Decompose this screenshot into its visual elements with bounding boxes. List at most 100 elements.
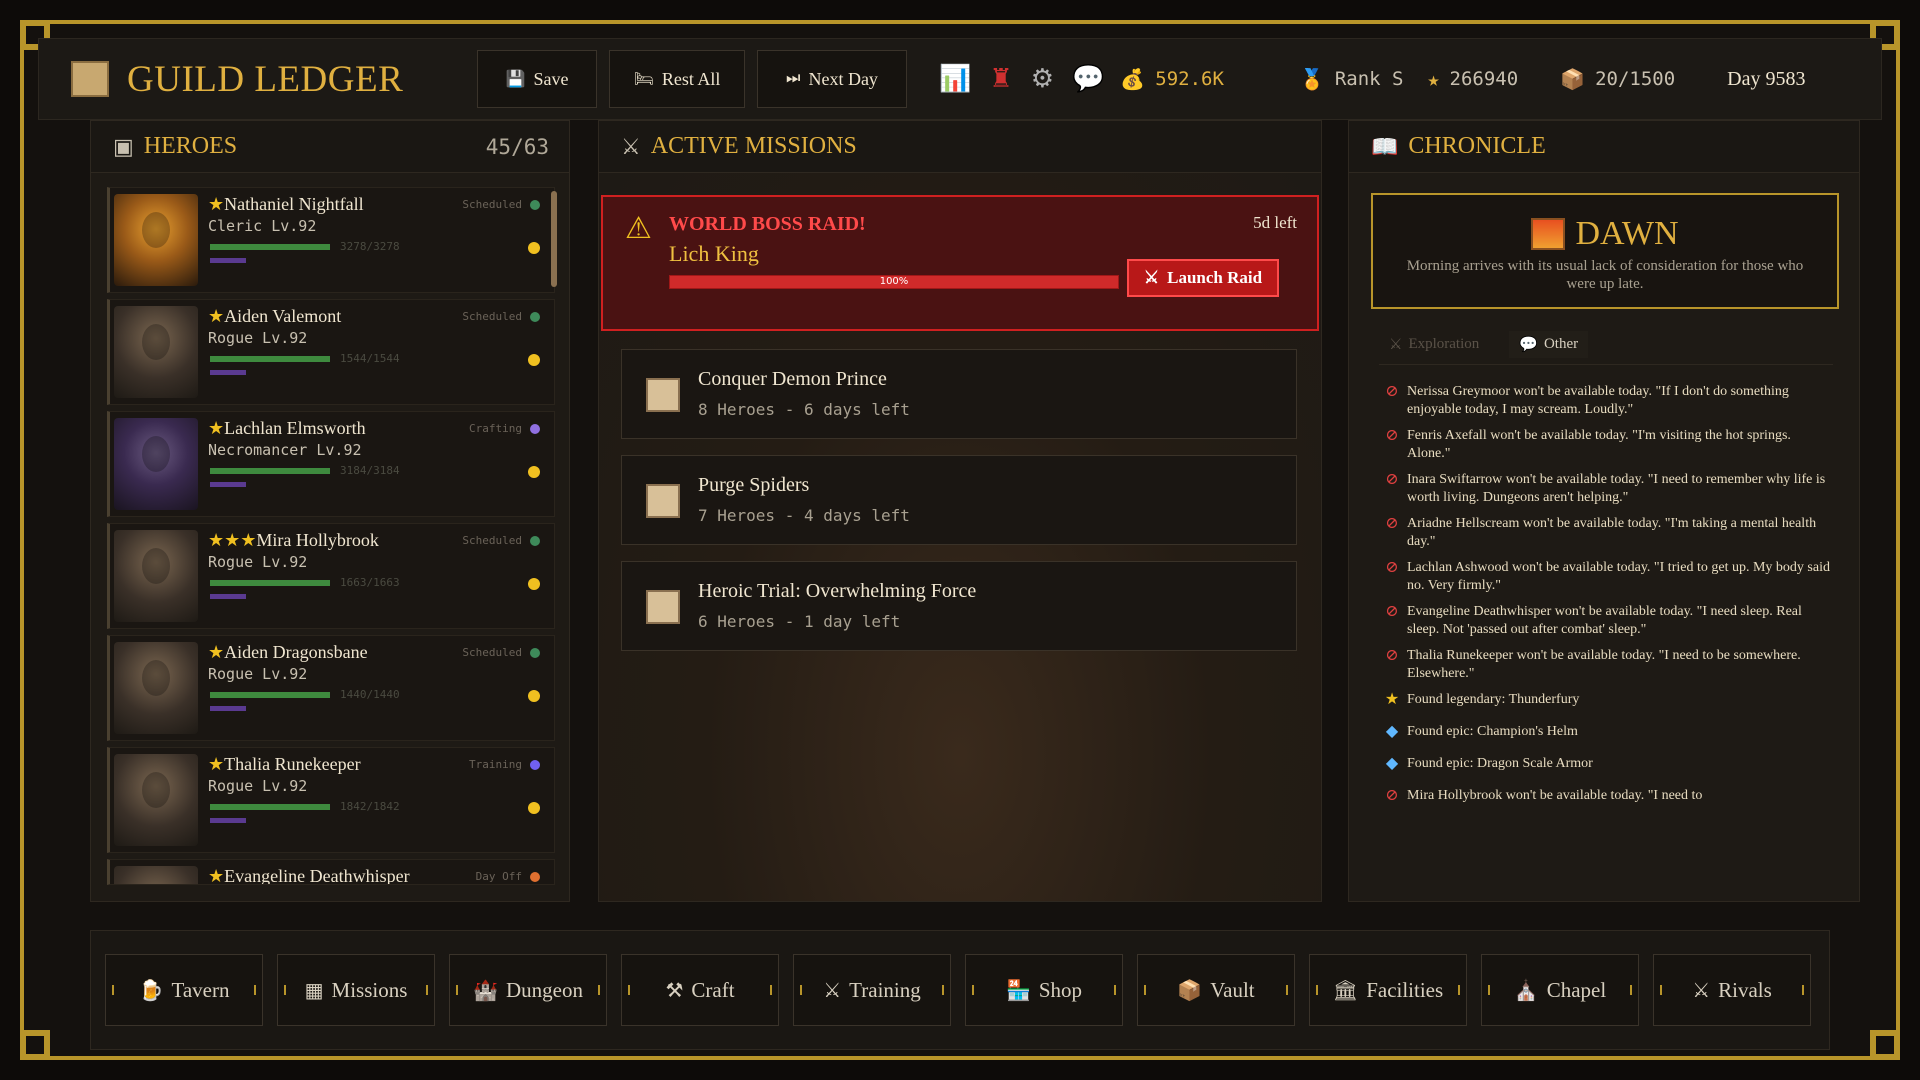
mission-card[interactable]: Purge Spiders 7 Heroes - 4 days left — [621, 455, 1297, 545]
hero-card[interactable]: ★Thalia Runekeeper Rogue Lv.92 Training … — [107, 747, 555, 853]
hero-card[interactable]: ★★★Mira Hollybrook Rogue Lv.92 Scheduled… — [107, 523, 555, 629]
nav-dungeon[interactable]: 🏰 Dungeon — [449, 954, 607, 1026]
star-rating: ★ — [208, 866, 225, 885]
hero-status-text: Scheduled — [462, 198, 522, 211]
save-button[interactable]: 💾 Save — [477, 50, 597, 108]
top-bar: GUILD LEDGER 💾 Save 🛏 Rest All ⏭ Next Day 📊… — [38, 38, 1882, 120]
hero-name-text: Aiden Dragonsbane — [224, 642, 368, 662]
star-rating: ★ — [208, 418, 225, 438]
hero-name-text: Aiden Valemont — [224, 306, 342, 326]
chronicle-entry-text: Fenris Axefall won't be available today.… — [1407, 428, 1791, 461]
star-rating: ★ — [208, 194, 225, 214]
star-rating: ★★★ — [208, 530, 257, 550]
hero-list-scrollbar[interactable] — [551, 191, 557, 287]
nav-training[interactable]: ⚔ Training — [793, 954, 951, 1026]
next-day-button[interactable]: ⏭ Next Day — [757, 50, 907, 108]
hero-class: Rogue Lv.92 — [208, 329, 308, 347]
hero-hp-bar — [210, 468, 330, 474]
hero-xp-bar — [210, 818, 246, 823]
rest-all-button[interactable]: 🛏 Rest All — [609, 50, 745, 108]
game-title: GUILD LEDGER — [127, 58, 404, 100]
nav-missions[interactable]: ▦ Missions — [277, 954, 435, 1026]
hero-xp-bar — [210, 370, 246, 375]
hero-info: ★Nathaniel Nightfall Cleric Lv.92 Schedu… — [198, 188, 554, 292]
chronicle-entry-text: Found epic: Dragon Scale Armor — [1407, 756, 1593, 771]
star-rating: ★ — [208, 642, 225, 662]
unavailable-icon: ⊘ — [1385, 427, 1399, 444]
hero-card[interactable]: ★Nathaniel Nightfall Cleric Lv.92 Schedu… — [107, 187, 555, 293]
mission-details: 8 Heroes - 6 days left — [698, 400, 910, 419]
boss-time-left: 5d left — [1253, 213, 1297, 232]
hero-status: Scheduled — [462, 646, 540, 659]
money-bag-icon: 💰 — [1120, 67, 1146, 91]
mission-card[interactable]: Conquer Demon Prince 8 Heroes - 6 days l… — [621, 349, 1297, 439]
boss-progress-bar: 100% — [669, 275, 1119, 289]
launch-raid-button[interactable]: ⚔ Launch Raid — [1127, 259, 1279, 297]
chronicle-entry: ⊘ Lachlan Ashwood won't be available toda… — [1377, 559, 1837, 595]
hero-hp-fill — [210, 692, 330, 698]
hero-status: Training — [469, 758, 540, 771]
sunrise-icon — [1531, 218, 1566, 250]
hero-xp-bar — [210, 482, 246, 487]
epic-gem-icon: ◆ — [1385, 723, 1399, 740]
hero-hp-fill — [210, 804, 330, 810]
hero-xp-bar — [210, 594, 246, 599]
hero-status-text: Day Off — [475, 870, 522, 883]
tab-exploration[interactable]: ⚔ Exploration — [1379, 331, 1489, 358]
nav-tavern[interactable]: 🍺 Tavern — [105, 954, 263, 1026]
nav-craft[interactable]: ⚒ Craft — [621, 954, 779, 1026]
chronicle-entry-text: Mira Hollybrook won't be available today… — [1407, 788, 1703, 803]
nav-rivals[interactable]: ⚔ Rivals — [1653, 954, 1811, 1026]
chronicle-entry: ◆ Found epic: Champion's Helm — [1377, 723, 1837, 741]
hero-hp-bar — [210, 692, 330, 698]
nav-chapel[interactable]: ⛪ Chapel — [1481, 954, 1639, 1026]
chronicle-entry-text: Lachlan Ashwood won't be available today… — [1407, 560, 1830, 593]
nav-vault[interactable]: 📦 Vault — [1137, 954, 1295, 1026]
heroes-panel: ▣ HEROES 45/63 ★Nathaniel Nightfall Cler… — [90, 120, 570, 902]
mission-card[interactable]: Heroic Trial: Overwhelming Force 6 Heroe… — [621, 561, 1297, 651]
hero-card[interactable]: ★Aiden Valemont Rogue Lv.92 Scheduled 15… — [107, 299, 555, 405]
hero-hp-bar — [210, 580, 330, 586]
tab-other[interactable]: 💬 Other — [1509, 331, 1589, 358]
tab-exploration-label: Exploration — [1408, 336, 1480, 352]
hero-xp-bar — [210, 258, 246, 263]
gold-coin-icon — [528, 802, 540, 814]
hero-portrait — [114, 866, 198, 884]
dawn-text: Morning arrives with its usual lack of c… — [1406, 258, 1804, 292]
chronicle-entry: ⊘ Nerissa Greymoor won't be available tod… — [1377, 383, 1837, 419]
hero-card[interactable]: ★Evangeline Deathwhisper Day Off — [107, 859, 555, 885]
hero-info: ★★★Mira Hollybrook Rogue Lv.92 Scheduled… — [198, 524, 554, 628]
hero-xp-bar — [210, 706, 246, 711]
hero-class: Rogue Lv.92 — [208, 665, 308, 683]
hero-status: Scheduled — [462, 310, 540, 323]
nav-label: Vault — [1210, 977, 1255, 1002]
chronicle-entry-text: Thalia Runekeeper won't be available tod… — [1407, 648, 1801, 681]
chat-icon[interactable]: 💬 — [1072, 64, 1104, 94]
hero-hp-fill — [210, 468, 330, 474]
tab-other-label: Other — [1543, 336, 1579, 352]
shop-icon: 🏪 — [1005, 979, 1031, 1002]
day-counter: Day 9583 — [1727, 67, 1806, 90]
gold-coin-icon — [528, 466, 540, 478]
chronicle-title: CHRONICLE — [1408, 133, 1546, 159]
settings-icon[interactable]: ⚙ — [1031, 64, 1054, 94]
scroll-icon — [646, 484, 680, 518]
nav-shop[interactable]: 🏪 Shop — [965, 954, 1123, 1026]
chronicle-entry: ⊘ Thalia Runekeeper won't be available to… — [1377, 647, 1837, 683]
figure-icon[interactable]: ♜ — [989, 64, 1012, 94]
star-rating: ★ — [208, 754, 225, 774]
chronicle-entry-text: Found epic: Champion's Helm — [1407, 724, 1578, 739]
hero-hp-value: 3278/3278 — [340, 240, 400, 253]
mission-details: 7 Heroes - 4 days left — [698, 506, 910, 525]
stats-chart-icon[interactable]: 📊 — [939, 64, 971, 94]
hero-card[interactable]: ★Lachlan Elmsworth Necromancer Lv.92 Cra… — [107, 411, 555, 517]
mission-name: Conquer Demon Prince — [698, 368, 887, 390]
nav-facilities[interactable]: 🏛 Facilities — [1309, 954, 1467, 1026]
hero-hp-value: 1440/1440 — [340, 688, 400, 701]
chronicle-log: ⊘ Nerissa Greymoor won't be available tod… — [1377, 383, 1837, 903]
chronicle-entry: ⊘ Mira Hollybrook won't be available toda… — [1377, 787, 1837, 805]
hero-name-text: Thalia Runekeeper — [224, 754, 361, 774]
ledger-book-icon — [71, 61, 109, 97]
hero-status-text: Scheduled — [462, 646, 522, 659]
hero-card[interactable]: ★Aiden Dragonsbane Rogue Lv.92 Scheduled… — [107, 635, 555, 741]
